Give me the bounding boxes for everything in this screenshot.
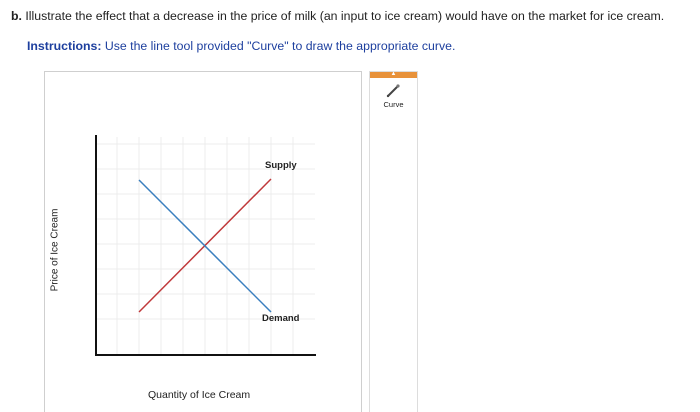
- x-axis-label: Quantity of Ice Cream: [148, 389, 251, 401]
- graph-svg[interactable]: [45, 72, 363, 412]
- demand-label: Demand: [262, 313, 300, 324]
- instructions: Instructions: Use the line tool provided…: [27, 39, 455, 53]
- question-body: Illustrate the effect that a decrease in…: [25, 9, 665, 23]
- tool-palette: ▲ Curve: [369, 71, 418, 412]
- question-text: b. Illustrate the effect that a decrease…: [11, 9, 696, 23]
- tool-palette-header[interactable]: ▲: [370, 71, 417, 78]
- up-arrow-icon[interactable]: ▲: [391, 71, 397, 78]
- curve-tool-label: Curve: [383, 100, 404, 109]
- curve-tool-button[interactable]: Curve: [372, 80, 415, 112]
- supply-label: Supply: [265, 160, 297, 171]
- graph-canvas[interactable]: [44, 71, 362, 412]
- y-axis-label: Price of Ice Cream: [49, 208, 61, 292]
- instructions-body: Use the line tool provided "Curve" to dr…: [104, 39, 456, 53]
- pencil-icon: [386, 84, 400, 98]
- instructions-label: Instructions:: [27, 39, 102, 53]
- question-label: b.: [11, 9, 22, 23]
